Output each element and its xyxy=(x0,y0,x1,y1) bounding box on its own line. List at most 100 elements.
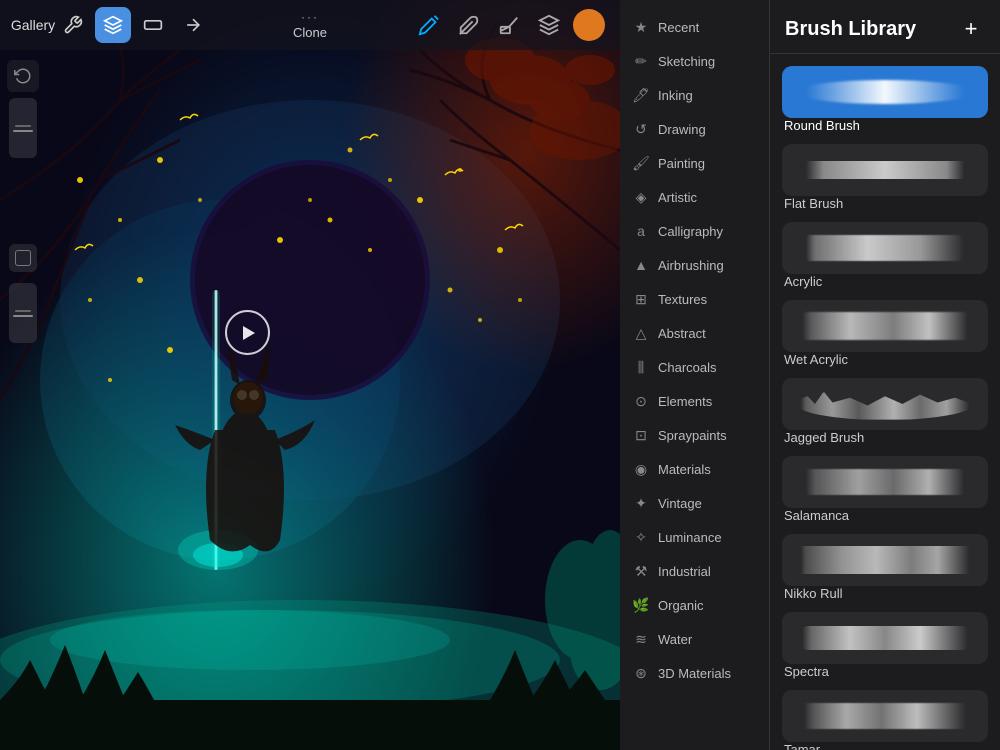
artistic-icon: ◈ xyxy=(632,188,650,206)
eraser-tool-icon[interactable] xyxy=(493,9,525,41)
category-item-industrial[interactable]: ⚒ Industrial xyxy=(620,554,769,588)
brush-item-wet-acrylic[interactable]: Wet Acrylic xyxy=(770,296,1000,374)
spray-icon: ⊡ xyxy=(632,426,650,444)
user-avatar[interactable] xyxy=(573,9,605,41)
category-item-charcoals[interactable]: ⫼ Charcoals xyxy=(620,350,769,384)
canvas-area[interactable] xyxy=(0,0,620,750)
brush-name: Tamar xyxy=(782,742,988,750)
brush-library-header: Brush Library + xyxy=(770,0,1000,54)
elements-icon: ⊙ xyxy=(632,392,650,410)
target-reticle xyxy=(225,310,270,355)
category-item-drawing[interactable]: ↺ Drawing xyxy=(620,112,769,146)
category-item-artistic[interactable]: ◈ Artistic xyxy=(620,180,769,214)
brush-category-list: ★ Recent ✏ Sketching 🖊 Inking ↺ Drawing … xyxy=(620,0,770,750)
texture-icon: ⊞ xyxy=(632,290,650,308)
pencil-icon: ✏ xyxy=(632,52,650,70)
brush-name: Flat Brush xyxy=(782,196,988,211)
category-item-recent[interactable]: ★ Recent xyxy=(620,10,769,44)
category-item-organic[interactable]: 🌿 Organic xyxy=(620,588,769,622)
brush-stroke-visual xyxy=(797,388,972,419)
toolbar-right xyxy=(413,9,605,41)
paint-tool-button[interactable] xyxy=(95,7,131,43)
brush-name: Spectra xyxy=(782,664,988,679)
size-slider[interactable] xyxy=(9,98,37,158)
brush-item-tamar[interactable]: Tamar xyxy=(770,686,1000,750)
brush-stroke-visual xyxy=(797,235,972,261)
swirl-icon: ↺ xyxy=(632,120,650,138)
brush-preview xyxy=(782,690,988,742)
category-item-calligraphy[interactable]: a Calligraphy xyxy=(620,214,769,248)
brush-stroke-visual xyxy=(797,161,972,179)
alpha-icon: a xyxy=(632,222,650,240)
layers-tool-icon[interactable] xyxy=(533,9,565,41)
brush-list: Round Brush Flat Brush Acrylic Wet Acryl… xyxy=(770,54,1000,750)
arrow-tool-button[interactable] xyxy=(175,7,211,43)
brush-tool-icon[interactable] xyxy=(453,9,485,41)
add-brush-button[interactable]: + xyxy=(957,15,985,43)
brush-stroke-visual xyxy=(797,469,972,495)
brush-preview xyxy=(782,300,988,352)
category-item-vintage[interactable]: ✦ Vintage xyxy=(620,486,769,520)
brush-library-panel: ★ Recent ✏ Sketching 🖊 Inking ↺ Drawing … xyxy=(620,0,1000,750)
overflow-dots: ··· xyxy=(301,10,319,24)
gallery-button[interactable]: Gallery xyxy=(15,7,51,43)
organic-icon: 🌿 xyxy=(632,596,650,614)
category-item-textures[interactable]: ⊞ Textures xyxy=(620,282,769,316)
brush-stroke-visual xyxy=(797,80,972,103)
ink-icon: 🖊 xyxy=(632,86,650,104)
abstract-icon: △ xyxy=(632,324,650,342)
airbrush-icon: ▲ xyxy=(632,256,650,274)
left-sidebar xyxy=(0,50,45,750)
opacity-slider[interactable] xyxy=(9,283,37,343)
category-item-painting[interactable]: 🖌 Painting xyxy=(620,146,769,180)
brush-preview xyxy=(782,222,988,274)
toolbar-center: ··· Clone xyxy=(293,10,327,40)
water-icon: ≋ xyxy=(632,630,650,648)
painter-icon: 🖌 xyxy=(632,154,650,172)
luminance-icon: ✧ xyxy=(632,528,650,546)
category-item-materials[interactable]: ◉ Materials xyxy=(620,452,769,486)
brush-preview xyxy=(782,456,988,508)
brush-item-nikko-rull[interactable]: Nikko Rull xyxy=(770,530,1000,608)
brush-name: Jagged Brush xyxy=(782,430,988,445)
brush-item-spectra[interactable]: Spectra xyxy=(770,608,1000,686)
category-item-water[interactable]: ≋ Water xyxy=(620,622,769,656)
brush-item-acrylic[interactable]: Acrylic xyxy=(770,218,1000,296)
industrial-icon: ⚒ xyxy=(632,562,650,580)
brush-name: Acrylic xyxy=(782,274,988,289)
brush-item-flat-brush[interactable]: Flat Brush xyxy=(770,140,1000,218)
category-item-luminance[interactable]: ✧ Luminance xyxy=(620,520,769,554)
square-tool[interactable] xyxy=(9,244,37,272)
brush-item-jagged-brush[interactable]: Jagged Brush xyxy=(770,374,1000,452)
brush-item-round-brush[interactable]: Round Brush xyxy=(770,62,1000,140)
category-item-airbrushing[interactable]: ▲ Airbrushing xyxy=(620,248,769,282)
brush-list-panel: Brush Library + Round Brush Flat Brush A… xyxy=(770,0,1000,750)
category-item-inking[interactable]: 🖊 Inking xyxy=(620,78,769,112)
undo-button[interactable] xyxy=(7,60,39,92)
category-item-3d-materials[interactable]: ⊛ 3D Materials xyxy=(620,656,769,690)
top-toolbar: Gallery ··· Clone xyxy=(0,0,620,50)
wrench-tool-button[interactable] xyxy=(55,7,91,43)
category-item-sketching[interactable]: ✏ Sketching xyxy=(620,44,769,78)
vintage-icon: ✦ xyxy=(632,494,650,512)
brush-library-title: Brush Library xyxy=(785,18,916,41)
canvas-background xyxy=(0,0,620,750)
brush-preview xyxy=(782,144,988,196)
star-icon: ★ xyxy=(632,18,650,36)
charcoal-icon: ⫼ xyxy=(632,358,650,376)
brush-name: Nikko Rull xyxy=(782,586,988,601)
brush-stroke-visual xyxy=(797,312,972,341)
brush-preview xyxy=(782,66,988,118)
pencil-tool-icon[interactable] xyxy=(413,9,445,41)
brush-name: Round Brush xyxy=(782,118,988,133)
clone-label: Clone xyxy=(293,25,327,40)
brush-item-salamanca[interactable]: Salamanca xyxy=(770,452,1000,530)
category-item-spraypaints[interactable]: ⊡ Spraypaints xyxy=(620,418,769,452)
s-tool-button[interactable] xyxy=(135,7,171,43)
materials-icon: ◉ xyxy=(632,460,650,478)
brush-stroke-visual xyxy=(797,546,972,575)
category-item-abstract[interactable]: △ Abstract xyxy=(620,316,769,350)
category-item-elements[interactable]: ⊙ Elements xyxy=(620,384,769,418)
3d-icon: ⊛ xyxy=(632,664,650,682)
brush-preview xyxy=(782,534,988,586)
